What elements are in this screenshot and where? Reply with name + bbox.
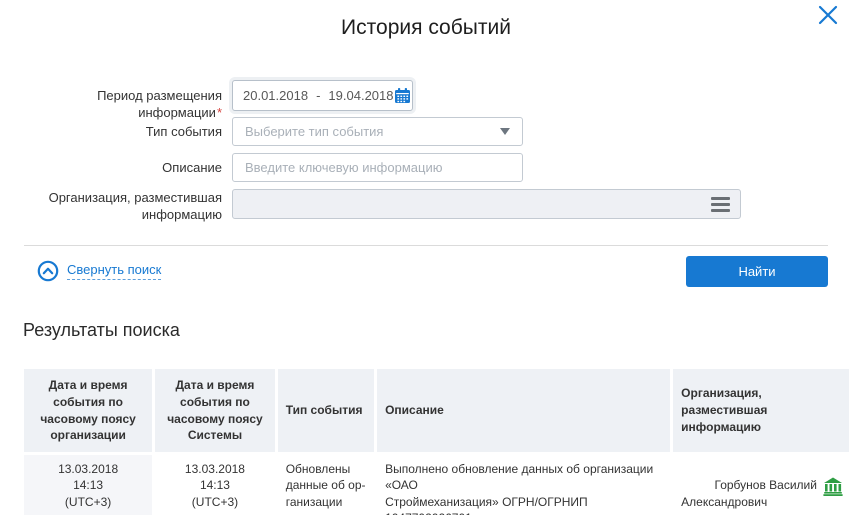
date-from-value: 20.01.2018 — [243, 88, 308, 103]
date-range-dash: - — [316, 88, 320, 103]
table-header-row: Дата и время события по часовому поясу о… — [24, 369, 849, 452]
description-label: Описание — [24, 160, 222, 177]
menu-icon[interactable] — [711, 197, 730, 212]
chevron-up-circle-icon[interactable] — [37, 260, 59, 282]
cell-description: Выполнено обновление данных об организац… — [377, 455, 670, 515]
organization-picker[interactable] — [232, 189, 741, 219]
collapse-search-toggle[interactable]: Свернуть поиск — [37, 260, 161, 282]
page-title: История событий — [0, 16, 852, 40]
period-date-range-input[interactable]: 20.01.2018 - 19.04.2018 — [232, 80, 413, 111]
description-field-wrap — [232, 153, 523, 182]
find-button[interactable]: Найти — [686, 256, 828, 287]
period-label: Период размещения информации* — [24, 88, 222, 122]
col-header-org-tz: Дата и время события по часовому поясу о… — [24, 369, 152, 452]
event-type-label: Тип события — [24, 124, 222, 141]
col-header-event-type: Тип события — [278, 369, 374, 452]
description-input[interactable] — [233, 154, 522, 181]
col-header-organization: Организация, разместившая информацию — [673, 369, 849, 452]
chevron-down-icon — [500, 128, 510, 135]
section-divider — [24, 245, 828, 246]
results-table: Дата и время события по часовому поясу о… — [21, 366, 852, 515]
bank-icon — [783, 461, 843, 515]
col-header-description: Описание — [377, 369, 670, 452]
results-heading: Результаты поиска — [23, 320, 180, 341]
cell-organization: Горбунов Василий Александрович — [673, 455, 849, 515]
event-type-placeholder: Выберите тип события — [245, 124, 383, 139]
table-row[interactable]: 13.03.2018 14:13 (UTC+3) 13.03.2018 14:1… — [24, 455, 849, 515]
organization-label: Организация, разместившая информацию — [24, 190, 222, 224]
calendar-icon[interactable] — [394, 87, 411, 104]
cell-system-tz-time: 13.03.2018 14:13 (UTC+3) — [155, 455, 275, 515]
cell-org-tz-time: 13.03.2018 14:13 (UTC+3) — [24, 455, 152, 515]
date-to-value: 19.04.2018 — [328, 88, 393, 103]
event-type-select[interactable]: Выберите тип события — [232, 117, 523, 146]
event-history-modal: История событий Период размещения информ… — [0, 0, 852, 515]
close-icon[interactable] — [816, 3, 840, 27]
col-header-system-tz: Дата и время события по часовому поясу С… — [155, 369, 275, 452]
cell-event-type: Обновлены данные об ор- ганизации — [278, 455, 374, 515]
required-asterisk: * — [217, 105, 222, 120]
collapse-search-link[interactable]: Свернуть поиск — [67, 262, 161, 280]
